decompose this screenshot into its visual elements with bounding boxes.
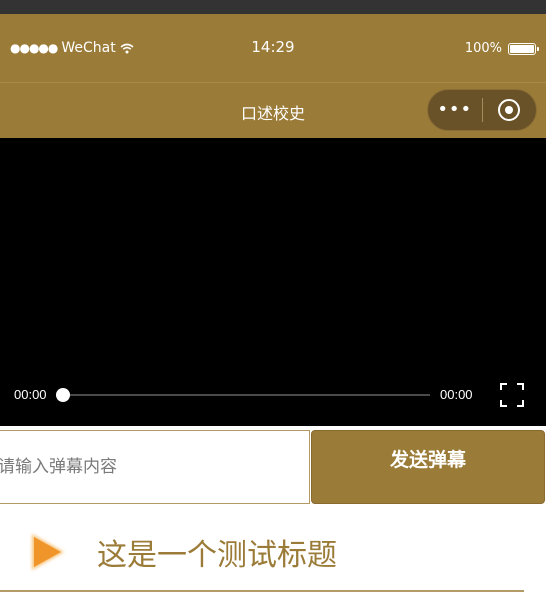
battery-percent: 100%	[464, 41, 502, 56]
top-strip	[0, 0, 546, 14]
danmu-row: 发送弹幕	[0, 430, 546, 505]
danmu-input[interactable]	[0, 430, 310, 504]
battery-group: 100%	[464, 41, 539, 56]
close-mini-program-button[interactable]	[482, 99, 536, 121]
target-icon	[498, 99, 521, 121]
status-bar: ●●●●● WeChat 14:29 100%	[0, 14, 546, 82]
video-player[interactable]: 00:00 00:00	[0, 138, 546, 426]
battery-fill	[510, 44, 534, 53]
video-progress-handle[interactable]	[56, 388, 70, 402]
target-icon-core	[505, 106, 514, 114]
mini-program-capsule: •••	[427, 89, 537, 131]
fullscreen-icon[interactable]	[500, 383, 524, 407]
list-divider	[0, 590, 524, 592]
battery-icon	[508, 42, 539, 55]
video-progress-track[interactable]	[62, 394, 430, 396]
video-duration: 00:00	[440, 387, 473, 402]
more-menu-button[interactable]: •••	[428, 89, 482, 131]
list-item[interactable]: 这是一个测试标题	[0, 510, 546, 592]
list-item-title: 这是一个测试标题	[97, 538, 337, 573]
video-current-time: 00:00	[14, 387, 47, 402]
play-triangle-icon	[32, 534, 64, 570]
nav-bar: 口述校史 •••	[0, 82, 546, 138]
send-danmu-button[interactable]: 发送弹幕	[311, 430, 545, 504]
